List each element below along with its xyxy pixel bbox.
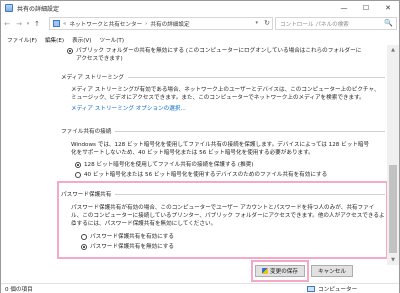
save-changes-button[interactable]: 変更の保存 [255,265,305,277]
address-box[interactable]: « ネットワークと共有センター › 共有の詳細設定 ▾ ↻ [49,17,273,30]
media-streaming-options-link[interactable]: メディア ストリーミング オプションの選択... [71,104,186,112]
password-section-highlight [57,181,388,259]
scrollbar-thumb[interactable] [389,165,397,253]
status-location: コンピューター [307,285,357,293]
advanced-sharing-window: 共有の詳細設定 — ☐ ✕ ← → ▾ ↑ « ネットワークと共有センター › … [0,0,400,293]
public-folder-off-option[interactable]: パブリック フォルダーの共有を無効にする (このコンピューターにログオンしている… [67,47,361,63]
file-sharing-title: ファイル共有の接続 [61,129,112,135]
uac-shield-icon [262,268,268,274]
forward-arrow-icon[interactable]: → [13,20,25,28]
breadcrumb-overflow-icon[interactable]: « [63,21,66,27]
encryption-128-radio[interactable] [75,162,81,168]
encryption-40-radio[interactable] [75,172,81,178]
media-streaming-desc-2: ミュージック、ビデオにアクセスできます。また、このコンピューターでネットワーク上… [71,95,365,101]
computer-icon [307,286,315,292]
breadcrumb-network-center[interactable]: ネットワークと共有センター [69,20,142,28]
item-count: 0 個の項目 [5,287,33,293]
window-controls: — ☐ ✕ [333,1,399,15]
menu-tools[interactable]: ツール(T) [99,36,124,44]
cancel-button[interactable]: キャンセル [311,265,353,277]
close-button[interactable]: ✕ [377,1,399,15]
vertical-scrollbar[interactable]: ▲ ▼ [387,45,399,265]
title-bar: 共有の詳細設定 — ☐ ✕ [1,1,399,15]
breadcrumb-advanced-sharing[interactable]: 共有の詳細設定 [150,20,189,28]
scroll-down-icon[interactable]: ▼ [387,255,399,265]
maximize-button[interactable]: ☐ [355,1,377,15]
address-dropdown-icon[interactable]: ▾ [255,20,258,26]
window-title: 共有の詳細設定 [17,5,60,13]
encryption-128-label: 128 ビット暗号化を使用してファイル共有の接続を保護する (推奨) [84,162,254,168]
address-bar: ← → ▾ ↑ « ネットワークと共有センター › 共有の詳細設定 ▾ ↻ コン… [1,15,399,33]
encryption-128-option[interactable]: 128 ビット暗号化を使用してファイル共有の接続を保護する (推奨) [75,161,253,169]
encryption-40-option[interactable]: 40 ビット暗号化または 56 ビット暗号化を使用するデバイスのためのファイル共… [75,171,327,179]
public-folder-off-label-2: アクセスできます) [76,56,123,62]
minimize-button[interactable]: — [333,1,355,15]
save-changes-label: 変更の保存 [270,269,298,275]
public-folder-off-radio[interactable] [67,48,73,54]
refresh-icon[interactable]: ↻ [264,19,270,27]
public-folder-off-label-1: パブリック フォルダーの共有を無効にする (このコンピューターにログオンしている… [76,48,362,54]
menu-file[interactable]: ファイル(F) [7,36,37,44]
search-input[interactable]: コントロール パネルの検索 🔍 [275,17,397,30]
media-streaming-desc-1: メディア ストリーミングが有効である場合、ネットワーク上のユーザーとデバイスは、… [71,87,380,93]
file-sharing-desc-1: Windows では、128 ビット暗号化を使用してファイル共有の接続を保護しま… [71,142,370,148]
status-location-label: コンピューター [318,287,358,293]
menu-edit[interactable]: 編集(E) [45,36,64,44]
status-bar: 0 個の項目 コンピューター [1,283,399,293]
back-arrow-icon[interactable]: ← [1,20,13,28]
file-sharing-desc-2: 化をサポートしないため、40 ビット暗号化または 56 ビット暗号化を使用する必… [71,150,314,156]
menu-view[interactable]: 表示(V) [72,36,91,44]
scroll-up-icon[interactable]: ▲ [387,45,399,55]
file-sharing-header: ファイル共有の接続 [61,127,385,135]
control-panel-icon [53,20,60,27]
up-arrow-icon[interactable]: ↑ [31,20,43,28]
cancel-label: キャンセル [318,269,346,275]
media-streaming-divider [127,76,385,78]
breadcrumb-separator-icon[interactable]: › [145,21,147,27]
file-sharing-divider [115,130,385,132]
media-streaming-title: メディア ストリーミング [61,75,124,81]
encryption-40-label: 40 ビット暗号化または 56 ビット暗号化を使用するデバイスのためのファイル共… [84,172,328,178]
media-streaming-header: メディア ストリーミング [61,73,385,81]
search-placeholder: コントロール パネルの検索 [280,21,349,28]
search-icon: 🔍 [384,19,393,27]
menu-bar: ファイル(F) 編集(E) 表示(V) ツール(T) [1,34,399,45]
network-icon [5,4,13,12]
